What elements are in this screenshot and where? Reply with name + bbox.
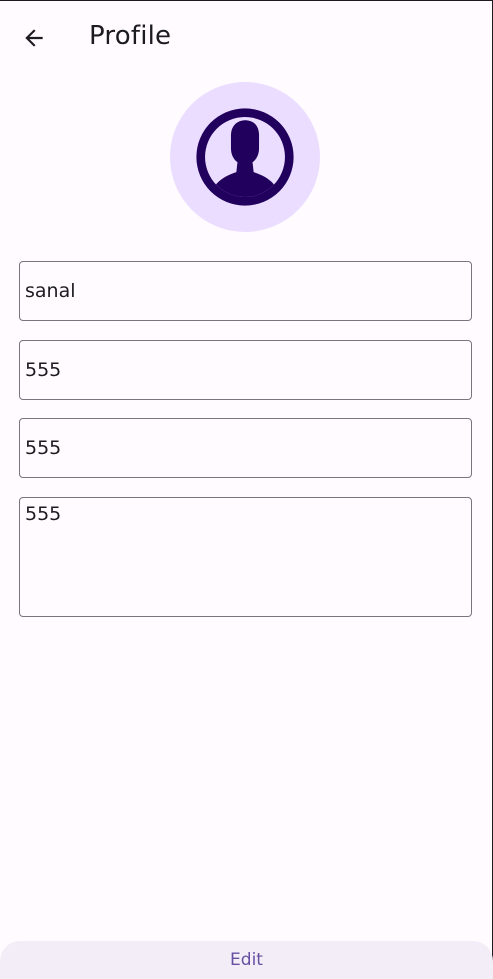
back-button[interactable] [14, 18, 54, 58]
avatar[interactable] [170, 82, 320, 232]
profile-screen: Profile sanal 555 555 555 Edit [0, 0, 493, 979]
arrow-back-icon [25, 29, 43, 47]
page-title: Profile [89, 21, 172, 51]
bottom-bar: Edit [0, 941, 493, 979]
name-field[interactable]: sanal [19, 261, 472, 321]
edit-button[interactable]: Edit [214, 944, 279, 976]
person-silhouette-icon [196, 108, 294, 206]
app-bar: Profile [0, 1, 492, 75]
secondary-phone-field[interactable]: 555 [19, 418, 472, 478]
address-field[interactable]: 555 [19, 497, 472, 617]
phone-field[interactable]: 555 [19, 340, 472, 400]
